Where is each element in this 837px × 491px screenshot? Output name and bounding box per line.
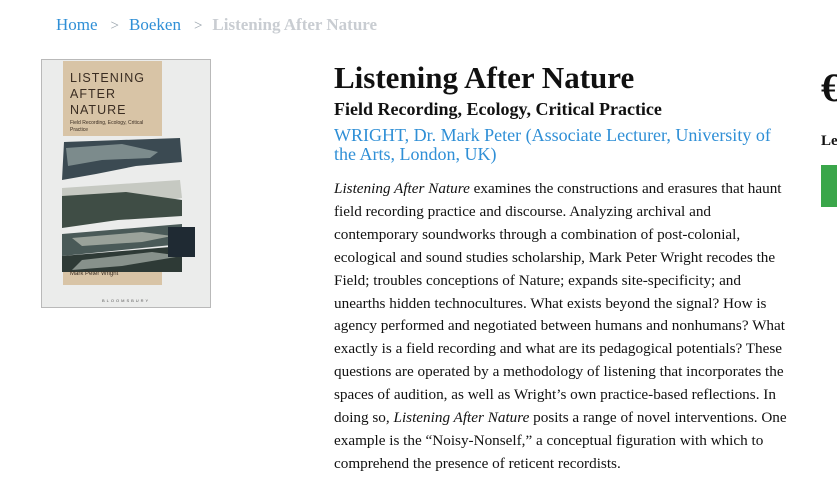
product-title: Listening After Nature	[334, 60, 635, 95]
product-description: Listening After Nature examines the cons…	[334, 178, 794, 476]
delivery-label: Le	[821, 133, 837, 149]
series-badge	[168, 227, 195, 257]
author-link[interactable]: WRIGHT, Dr. Mark Peter (Associate Lectur…	[334, 126, 794, 164]
breadcrumb-separator: >	[110, 18, 120, 34]
breadcrumb: Home > Boeken > Listening After Nature	[56, 15, 377, 35]
breadcrumb-boeken-link[interactable]: Boeken	[129, 15, 181, 34]
description-book-title: Listening After Nature	[393, 409, 530, 427]
product-details: Listening After Nature Field Recording, …	[334, 58, 794, 491]
breadcrumb-home-link[interactable]: Home	[56, 15, 98, 34]
cover-author: Mark Peter Wright	[70, 271, 119, 277]
cover-title: LISTENING AFTER NATURE	[70, 71, 145, 117]
add-to-cart-button[interactable]	[821, 165, 837, 207]
breadcrumb-separator: >	[193, 18, 203, 34]
book-cover-image[interactable]: LISTENING AFTER NATURE Field Recording, …	[41, 59, 211, 308]
description-book-title: Listening After Nature	[334, 180, 470, 197]
breadcrumb-current: Listening After Nature	[212, 15, 378, 34]
description-text: examines the constructions and erasures …	[334, 180, 785, 427]
cover-landscape-photo	[62, 136, 182, 272]
price: €	[821, 65, 837, 110]
cover-publisher: BLOOMSBURY	[102, 298, 151, 303]
cover-subtitle: Field Recording, Ecology, Critical Pract…	[70, 120, 144, 133]
product-subtitle: Field Recording, Ecology, Critical Pract…	[334, 99, 662, 119]
